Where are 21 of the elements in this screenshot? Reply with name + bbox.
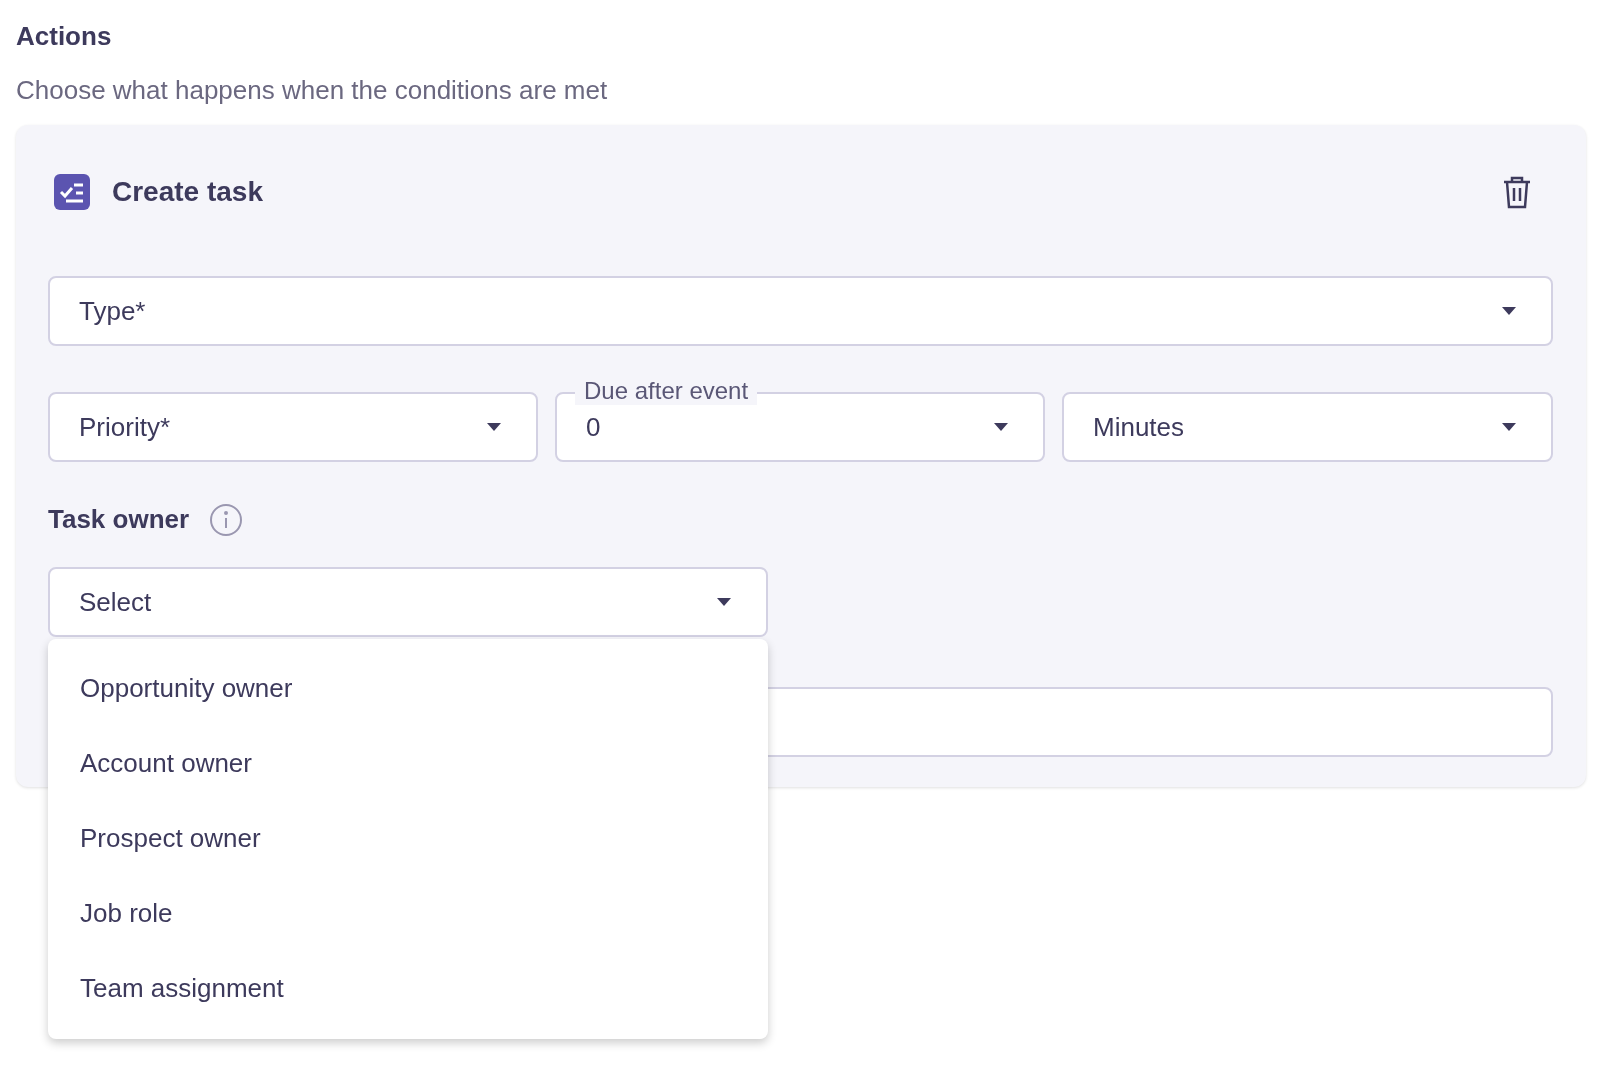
info-icon[interactable] bbox=[209, 502, 244, 537]
menu-item[interactable]: Prospect owner bbox=[48, 801, 768, 876]
type-select[interactable]: Type* bbox=[48, 276, 1553, 346]
menu-item[interactable]: Opportunity owner bbox=[48, 651, 768, 726]
section-subtitle: Choose what happens when the conditions are met bbox=[16, 74, 609, 107]
menu-item[interactable]: Job role bbox=[48, 876, 768, 951]
unit-select[interactable]: Minutes bbox=[1062, 392, 1553, 462]
caret-icon bbox=[1501, 306, 1517, 316]
owner-select[interactable]: Select bbox=[48, 567, 768, 637]
checklist-icon bbox=[54, 174, 90, 210]
menu-item[interactable]: Account owner bbox=[48, 726, 768, 801]
priority-select[interactable]: Priority* bbox=[48, 392, 538, 462]
menu-item[interactable]: Team assignment bbox=[48, 951, 768, 1026]
caret-icon bbox=[1501, 422, 1517, 432]
section-title: Actions bbox=[16, 20, 113, 53]
caret-icon bbox=[993, 422, 1009, 432]
field-label: Task owner bbox=[48, 503, 190, 536]
trash-icon[interactable] bbox=[1502, 175, 1532, 209]
caret-icon bbox=[486, 422, 502, 432]
caret-icon bbox=[716, 597, 732, 607]
action-title: Create task bbox=[112, 175, 263, 209]
